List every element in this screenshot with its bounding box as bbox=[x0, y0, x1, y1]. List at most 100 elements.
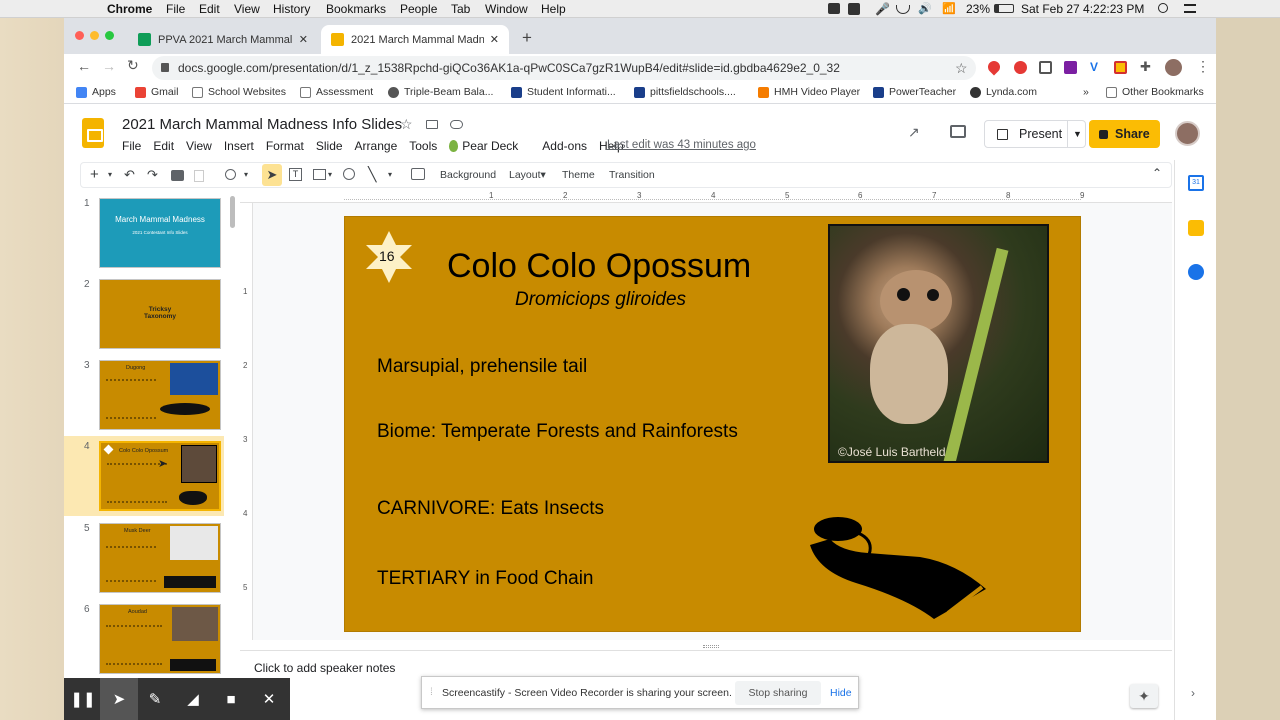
slide-line-marsupial[interactable]: Marsupial, prehensile tail bbox=[377, 356, 587, 378]
calendar-icon[interactable]: 31 bbox=[1188, 175, 1204, 191]
tasks-icon[interactable] bbox=[1188, 264, 1204, 280]
close-recorder-icon[interactable]: ✕ bbox=[250, 678, 288, 720]
bookmark-school-websites[interactable]: School Websites bbox=[192, 86, 286, 98]
lock-icon[interactable] bbox=[161, 63, 169, 72]
vertical-ruler[interactable]: 1 2 3 4 5 bbox=[240, 203, 253, 640]
extension-purple-icon[interactable] bbox=[1064, 61, 1077, 74]
volume-icon[interactable]: 🔊 bbox=[918, 2, 932, 15]
new-tab-plus-icon[interactable]: + bbox=[522, 28, 532, 48]
extension-red-icon[interactable] bbox=[1014, 61, 1027, 74]
menu-tools[interactable]: Tools bbox=[409, 139, 437, 153]
reload-icon[interactable]: ↻ bbox=[127, 57, 139, 74]
paint-format-icon[interactable] bbox=[194, 170, 204, 182]
menubar-tab[interactable]: Tab bbox=[451, 2, 470, 16]
menubar-bookmarks[interactable]: Bookmarks bbox=[326, 2, 386, 16]
notes-resize-handle[interactable] bbox=[703, 645, 719, 648]
close-window-button[interactable] bbox=[75, 31, 84, 40]
select-cursor-icon[interactable]: ➤ bbox=[262, 164, 282, 186]
slide-line-biome[interactable]: Biome: Temperate Forests and Rainforests bbox=[377, 421, 738, 443]
filmstrip-scrollbar[interactable] bbox=[230, 196, 235, 228]
undo-icon[interactable]: ↶ bbox=[124, 167, 135, 183]
print-icon[interactable] bbox=[171, 170, 184, 181]
menu-file[interactable]: File bbox=[122, 139, 141, 153]
slide-thumbnail-4[interactable]: Colo Colo Opossum bbox=[99, 441, 221, 511]
webcam-icon[interactable]: ■ bbox=[212, 678, 250, 720]
close-tab-icon[interactable]: ✕ bbox=[299, 33, 308, 46]
activity-trend-icon[interactable]: ↗ bbox=[908, 124, 920, 141]
airplay-icon[interactable] bbox=[896, 5, 910, 14]
slide-title[interactable]: Colo Colo Opossum bbox=[447, 247, 751, 286]
drag-handle-icon[interactable]: ⁞ bbox=[430, 686, 433, 698]
maximize-window-button[interactable] bbox=[105, 31, 114, 40]
profile-avatar[interactable] bbox=[1165, 59, 1182, 76]
share-button[interactable]: Share bbox=[1089, 120, 1160, 148]
menu-pear-deck[interactable]: Pear Deck bbox=[449, 139, 530, 153]
bookmark-pittsfield[interactable]: pittsfieldschools.... bbox=[634, 86, 736, 98]
horizontal-ruler[interactable]: 1 2 3 4 5 6 7 8 9 bbox=[240, 190, 1172, 203]
new-slide-plus-icon[interactable]: + bbox=[90, 166, 99, 183]
expand-panel-chevron-icon[interactable]: › bbox=[1191, 686, 1195, 700]
menu-insert[interactable]: Insert bbox=[224, 139, 254, 153]
minimize-window-button[interactable] bbox=[90, 31, 99, 40]
spotlight-search-icon[interactable] bbox=[1158, 3, 1168, 13]
battery-percent[interactable]: 23% bbox=[966, 2, 990, 16]
image-dropdown-icon[interactable]: ▾ bbox=[328, 170, 332, 179]
document-title[interactable]: 2021 March Mammal Madness Info Slides bbox=[122, 116, 402, 133]
menubar-edit[interactable]: Edit bbox=[199, 2, 220, 16]
transition-button[interactable]: Transition bbox=[609, 169, 655, 181]
image-icon[interactable] bbox=[313, 169, 326, 180]
keep-icon[interactable] bbox=[1188, 220, 1204, 236]
pen-tool-icon[interactable]: ✎ bbox=[136, 678, 174, 720]
battery-icon[interactable] bbox=[994, 4, 1014, 13]
present-dropdown-icon[interactable]: ▼ bbox=[1067, 121, 1082, 147]
shape-icon[interactable] bbox=[343, 168, 355, 180]
menubar-clock[interactable]: Sat Feb 27 4:22:23 PM bbox=[1021, 2, 1144, 16]
new-slide-dropdown-icon[interactable]: ▾ bbox=[108, 170, 112, 179]
menu-format[interactable]: Format bbox=[266, 139, 304, 153]
bookmark-other[interactable]: Other Bookmarks bbox=[1106, 86, 1204, 98]
slide-thumbnail-1[interactable]: March Mammal Madness 2021 Contestant Inf… bbox=[99, 198, 221, 268]
explore-icon[interactable]: ✦ bbox=[1130, 684, 1158, 708]
menu-view[interactable]: View bbox=[186, 139, 212, 153]
menubar-help[interactable]: Help bbox=[541, 2, 566, 16]
slide-thumbnail-2[interactable]: Tricksy Taxonomy bbox=[99, 279, 221, 349]
close-tab-icon[interactable]: ✕ bbox=[490, 33, 499, 46]
menubar-view[interactable]: View bbox=[234, 2, 260, 16]
zoom-icon[interactable] bbox=[225, 169, 236, 180]
slide-line-food-chain[interactable]: TERTIARY in Food Chain bbox=[377, 568, 594, 590]
chrome-menu-icon[interactable]: ⋮ bbox=[1196, 58, 1210, 75]
speaker-notes-placeholder[interactable]: Click to add speaker notes bbox=[254, 661, 395, 675]
slides-logo-icon[interactable] bbox=[82, 118, 104, 148]
layout-button[interactable]: Layout▾ bbox=[509, 169, 546, 181]
slide-thumbnail-5[interactable]: Musk Deer bbox=[99, 523, 221, 593]
slide-thumbnail-3[interactable]: Dugong bbox=[99, 360, 221, 430]
theme-button[interactable]: Theme bbox=[562, 169, 595, 181]
last-edit-link[interactable]: Last edit was 43 minutes ago bbox=[607, 139, 756, 151]
hide-notice-button[interactable]: Hide bbox=[830, 687, 852, 699]
bookmark-student-info[interactable]: Student Informati... bbox=[511, 86, 616, 98]
menubar-people[interactable]: People bbox=[400, 2, 437, 16]
bookmark-star-icon[interactable]: ☆ bbox=[955, 56, 968, 80]
line-icon[interactable]: ╲ bbox=[368, 166, 376, 183]
extension-shield-icon[interactable] bbox=[1114, 61, 1127, 74]
extension-layers-icon[interactable] bbox=[1039, 61, 1052, 74]
omnibox[interactable]: docs.google.com/presentation/d/1_z_1538R… bbox=[152, 56, 976, 80]
comments-icon[interactable] bbox=[950, 125, 966, 138]
scientific-name[interactable]: Dromiciops gliroides bbox=[515, 289, 686, 311]
forward-arrow-icon[interactable]: → bbox=[102, 58, 116, 74]
bookmark-apps[interactable]: Apps bbox=[76, 86, 116, 98]
current-slide[interactable]: 16 Colo Colo Opossum Dromiciops gliroide… bbox=[344, 216, 1081, 632]
text-box-icon[interactable]: T bbox=[289, 168, 302, 181]
tab-slides[interactable]: 2021 March Mammal Madness ✕ bbox=[321, 25, 509, 54]
extension-heart-icon[interactable] bbox=[985, 58, 1003, 76]
back-arrow-icon[interactable]: ← bbox=[77, 58, 91, 74]
star-icon[interactable]: ☆ bbox=[400, 116, 413, 133]
pause-icon[interactable]: ❚❚ bbox=[64, 678, 102, 720]
menu-edit[interactable]: Edit bbox=[153, 139, 174, 153]
menubar-app-name[interactable]: Chrome bbox=[107, 2, 152, 16]
bookmark-assessment[interactable]: Assessment bbox=[300, 86, 373, 98]
notification-center-icon[interactable] bbox=[1184, 4, 1196, 13]
cursor-tool-icon[interactable]: ➤ bbox=[100, 678, 138, 720]
slide-thumbnail-6[interactable]: Aoudad bbox=[99, 604, 221, 674]
collapse-toolbar-chevron-icon[interactable]: ⌃ bbox=[1152, 166, 1162, 180]
